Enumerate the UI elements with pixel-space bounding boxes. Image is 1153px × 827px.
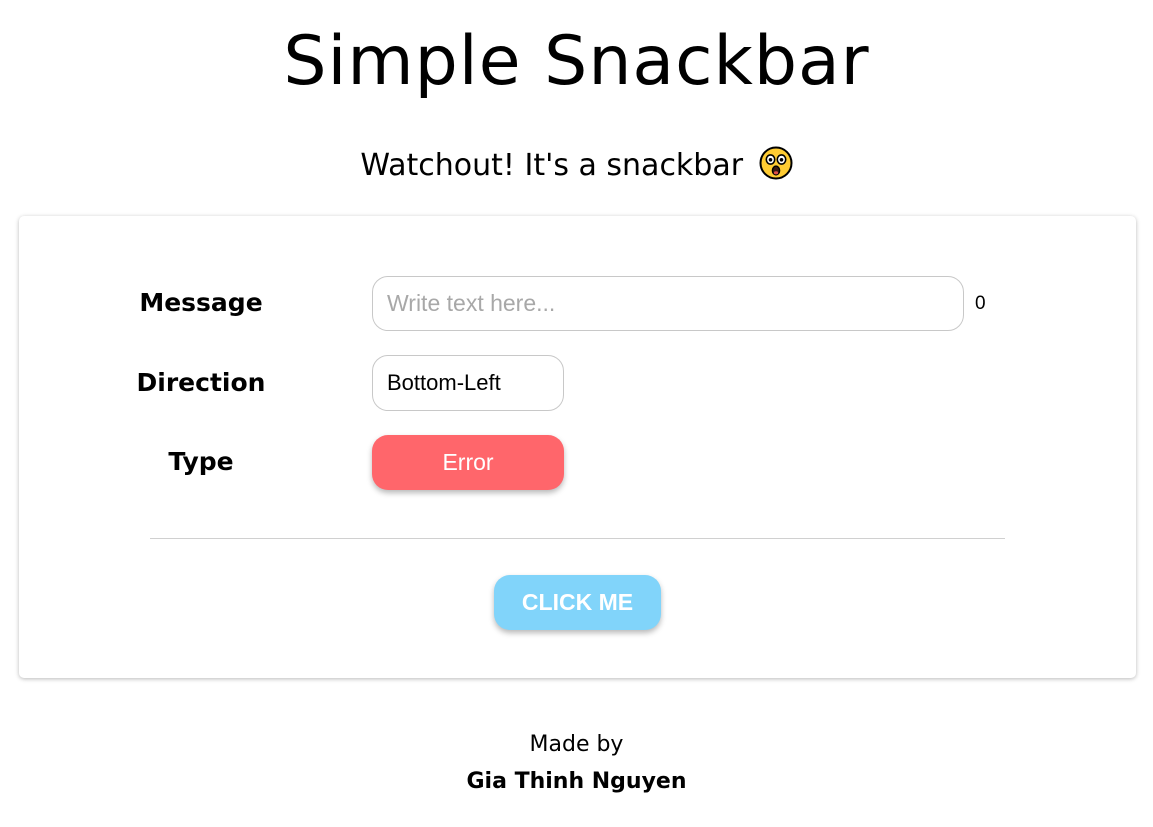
message-char-count: 0 (975, 293, 986, 314)
made-by-text: Made by (529, 732, 624, 757)
subtitle-text: Watchout! It's a snackbar (360, 148, 744, 183)
type-toggle-button[interactable]: Error (372, 435, 564, 490)
astonished-face-icon (759, 146, 793, 180)
snackbar-settings-card: Message 0 Direction Bottom-Left Type Err… (19, 216, 1136, 678)
direction-label: Direction (136, 368, 266, 397)
type-label: Type (168, 447, 234, 476)
click-me-button[interactable]: CLICK ME (494, 575, 661, 630)
page-title: Simple Snackbar (283, 22, 870, 101)
direction-select[interactable]: Bottom-Left (372, 355, 564, 411)
divider (150, 538, 1005, 539)
message-input[interactable] (372, 276, 964, 331)
subtitle: Watchout! It's a snackbar (0, 146, 1153, 186)
message-label: Message (139, 288, 263, 317)
author-name: Gia Thinh Nguyen (466, 769, 687, 794)
